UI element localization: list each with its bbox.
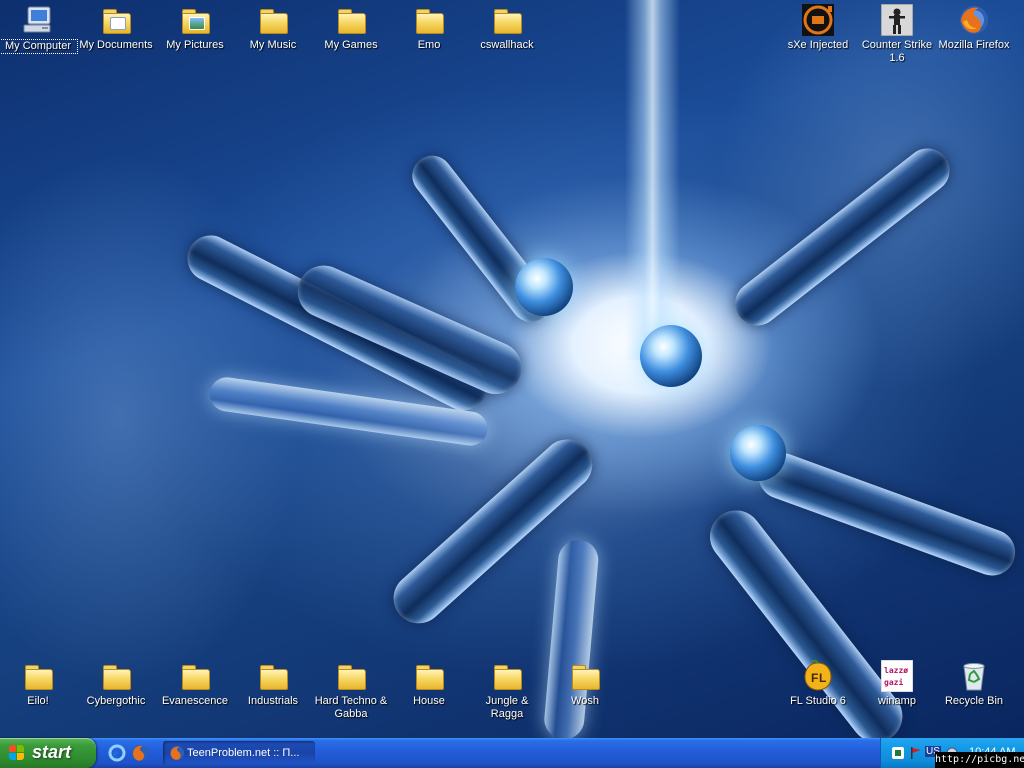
documents-folder-icon: [100, 4, 132, 36]
desktop-icon-my-music[interactable]: My Music: [233, 4, 313, 52]
desktop-icon-cybergothic[interactable]: Cybergothic: [76, 660, 156, 708]
desktop-icon-label: Mozilla Firefox: [938, 39, 1010, 51]
desktop-icon-label: Emo: [417, 39, 441, 51]
desktop-icon-cswallhack[interactable]: cswallhack: [467, 4, 547, 52]
svg-text:F: F: [811, 671, 818, 685]
recycle-bin-icon: [958, 660, 990, 692]
folder-icon: [22, 660, 54, 692]
desktop-icon-jungle-ragga[interactable]: Jungle & Ragga: [467, 660, 547, 721]
folder-icon: [413, 4, 445, 36]
desktop-icon-label: FL Studio 6: [790, 695, 846, 707]
windows-logo-icon: [9, 745, 25, 761]
taskbar-button-label: TeenProblem.net :: П...: [187, 747, 300, 759]
desktop-icon-label: Wosh: [571, 695, 599, 707]
start-button[interactable]: start: [0, 738, 96, 768]
desktop-icon-hard-techno-gabba[interactable]: Hard Techno & Gabba: [311, 660, 391, 721]
desktop-icon-my-games[interactable]: My Games: [311, 4, 391, 52]
folder-icon: [413, 660, 445, 692]
desktop-icon-label: Counter Strike 1.6: [861, 39, 933, 64]
folder-icon: [179, 660, 211, 692]
desktop-icon-label: Jungle & Ragga: [485, 695, 529, 720]
folder-icon: [491, 660, 523, 692]
folder-icon: [257, 660, 289, 692]
folder-icon: [335, 660, 367, 692]
svg-text:lazzø: lazzø: [884, 666, 908, 675]
svg-text:L: L: [819, 671, 826, 685]
firefox-icon: [169, 745, 185, 761]
folder-icon: [257, 4, 289, 36]
firefox-icon[interactable]: [131, 744, 149, 762]
desktop-icon-label: My Games: [324, 39, 378, 51]
flag-icon[interactable]: [909, 746, 923, 760]
folder-icon: [569, 660, 601, 692]
desktop-icon-emo[interactable]: Emo: [389, 4, 469, 52]
firefox-icon: [958, 4, 990, 36]
desktop-icon-house[interactable]: House: [389, 660, 469, 708]
desktop-icon-industrials[interactable]: Industrials: [233, 660, 313, 708]
pictures-folder-icon: [179, 4, 211, 36]
desktop-icon-sxe-injected[interactable]: sXe Injected: [778, 4, 858, 52]
desktop-icon-my-documents[interactable]: My Documents: [76, 4, 156, 52]
desktop-icon-wosh[interactable]: Wosh: [545, 660, 625, 708]
desktop-icon-my-computer[interactable]: My Computer: [0, 4, 78, 54]
desktop-icon-label: Hard Techno & Gabba: [314, 695, 388, 720]
sxe-icon: [802, 4, 834, 36]
desktop-icon-counter-strike[interactable]: Counter Strike 1.6: [857, 3, 937, 65]
svg-text:gazi: gazi: [884, 677, 903, 687]
desktop-icon-label: Cybergothic: [86, 695, 146, 707]
network-icon[interactable]: [891, 746, 905, 760]
taskbar-button-firefox-window[interactable]: TeenProblem.net :: П...: [163, 741, 315, 765]
svg-text:e: e: [113, 746, 119, 760]
desktop-icon-eilo[interactable]: Eilo!: [0, 660, 78, 708]
desktop-icon-label: My Computer: [0, 39, 78, 54]
folder-icon: [491, 4, 523, 36]
desktop-icon-label: Industrials: [247, 695, 299, 707]
desktop-icon-label: My Pictures: [166, 39, 224, 51]
folder-icon: [335, 4, 367, 36]
desktop-icon-mozilla-firefox[interactable]: Mozilla Firefox: [934, 4, 1014, 52]
desktop-icon-recycle-bin[interactable]: Recycle Bin: [934, 660, 1014, 708]
desktop-icon-label: cswallhack: [480, 39, 534, 51]
desktop-icon-label: Recycle Bin: [944, 695, 1004, 707]
counter-strike-icon: [880, 3, 914, 37]
ie-icon[interactable]: e: [108, 744, 126, 762]
desktop-icon-label: Evanescence: [161, 695, 229, 707]
watermark-text: http://picbg.net/: [935, 752, 1024, 768]
start-button-label: start: [32, 742, 72, 762]
desktop-icon-label: My Music: [249, 39, 297, 51]
desktop-icon-label: My Documents: [79, 39, 153, 51]
desktop-icon-label: sXe Injected: [787, 39, 849, 51]
fl-studio-icon: F L: [802, 659, 834, 692]
desktop-icon-fl-studio[interactable]: F L FL Studio 6: [778, 659, 858, 708]
desktop-icon-winamp[interactable]: lazzø gazi winamp: [857, 659, 937, 708]
desktop-icon-my-pictures[interactable]: My Pictures: [155, 4, 235, 52]
desktop-icon-label: winamp: [878, 695, 916, 707]
taskbar: start e TeenProblem.net :: П... US: [0, 738, 1024, 768]
desktop[interactable]: My Computer My Documents My Pictures My …: [0, 0, 1024, 738]
folder-icon: [100, 660, 132, 692]
desktop-icon-label: Eilo!: [27, 695, 49, 707]
computer-icon: [22, 4, 54, 36]
desktop-icon-label: House: [413, 695, 445, 707]
winamp-icon: lazzø gazi: [880, 659, 914, 693]
desktop-icon-evanescence[interactable]: Evanescence: [155, 660, 235, 708]
